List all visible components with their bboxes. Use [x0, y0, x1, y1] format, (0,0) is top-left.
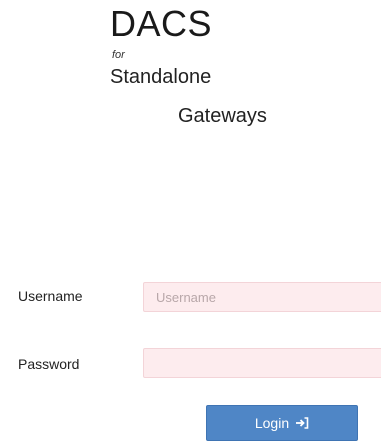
login-button[interactable]: Login: [206, 405, 358, 441]
password-input[interactable]: [143, 348, 381, 378]
brand-header: DACS for Standalone Gateways: [0, 0, 381, 140]
sign-in-icon: [295, 416, 309, 430]
password-label: Password: [18, 356, 80, 372]
username-label: Username: [18, 288, 83, 304]
brand-title: DACS: [110, 3, 213, 44]
brand-subtitle-line1: Standalone: [110, 66, 212, 88]
brand-subtitle-line2: Gateways: [178, 105, 267, 127]
login-button-label: Login: [254, 415, 290, 431]
login-form: Username Password Login: [0, 270, 381, 442]
brand-for-text: for: [112, 49, 125, 61]
username-input[interactable]: [143, 282, 381, 312]
